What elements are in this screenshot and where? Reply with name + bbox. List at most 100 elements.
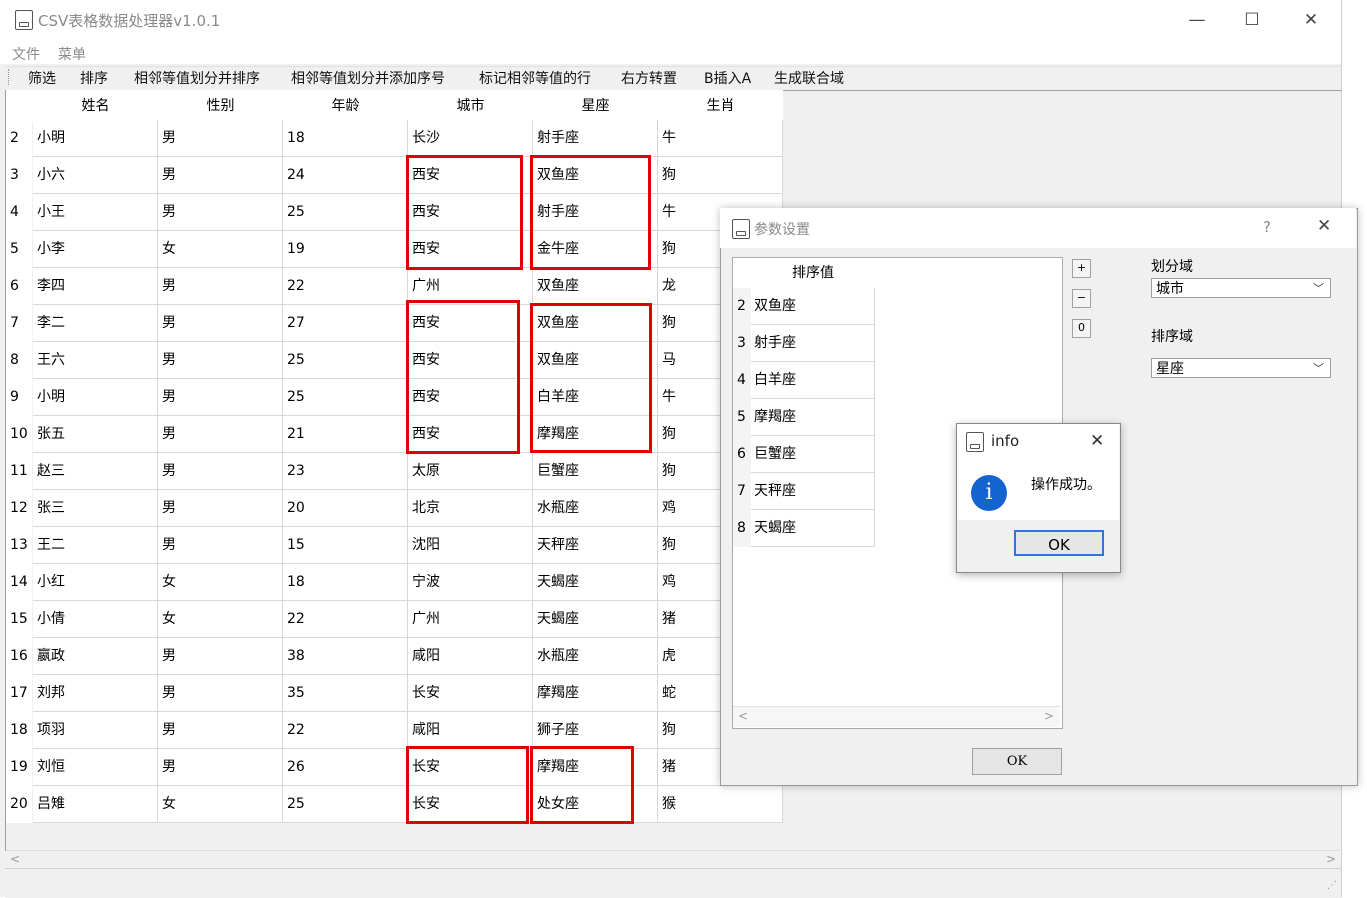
table-cell[interactable]: 男 (158, 416, 283, 453)
tool-partition-number[interactable]: 相邻等值划分并添加序号 (291, 68, 445, 88)
table-cell[interactable]: 19 (283, 231, 408, 268)
table-cell[interactable]: 吕雉 (33, 786, 158, 823)
table-cell[interactable]: 25 (283, 194, 408, 231)
sort-list-row-number[interactable]: 8 (733, 510, 751, 547)
table-cell[interactable]: 男 (158, 120, 283, 157)
table-cell[interactable]: 男 (158, 157, 283, 194)
table-cell[interactable]: 男 (158, 342, 283, 379)
table-cell[interactable]: 巨蟹座 (533, 453, 658, 490)
sort-list-item[interactable]: 天秤座 (751, 473, 875, 510)
row-number[interactable]: 16 (6, 638, 32, 675)
table-cell[interactable]: 刘邦 (33, 675, 158, 712)
table-cell[interactable]: 狗 (658, 157, 783, 194)
tool-insert-b-into-a[interactable]: B插入A (704, 68, 751, 88)
table-cell[interactable]: 王二 (33, 527, 158, 564)
menu-main[interactable]: 菜单 (58, 44, 86, 64)
sort-list-row-number[interactable]: 3 (733, 325, 751, 362)
column-header[interactable]: 姓名 (33, 90, 158, 122)
column-header[interactable]: 生肖 (658, 90, 783, 122)
table-cell[interactable]: 牛 (658, 120, 783, 157)
partition-field-select[interactable]: 城市 ﹀ (1151, 278, 1331, 298)
table-cell[interactable]: 小明 (33, 379, 158, 416)
sort-field-select[interactable]: 星座 ﹀ (1151, 358, 1331, 378)
table-cell[interactable]: 项羽 (33, 712, 158, 749)
table-cell[interactable]: 小王 (33, 194, 158, 231)
table-cell[interactable]: 小红 (33, 564, 158, 601)
table-cell[interactable]: 24 (283, 157, 408, 194)
reset-button[interactable]: 0 (1072, 319, 1091, 338)
tool-joint-domain[interactable]: 生成联合域 (774, 68, 844, 88)
table-cell[interactable]: 北京 (408, 490, 533, 527)
table-cell[interactable]: 沈阳 (408, 527, 533, 564)
table-cell[interactable]: 女 (158, 564, 283, 601)
sort-list-row-number[interactable]: 7 (733, 473, 751, 510)
table-cell[interactable]: 刘恒 (33, 749, 158, 786)
table-cell[interactable]: 水瓶座 (533, 490, 658, 527)
row-number[interactable]: 13 (6, 527, 32, 564)
param-ok-button[interactable]: OK (972, 748, 1062, 775)
scroll-right-icon[interactable]: > (1044, 709, 1054, 723)
table-cell[interactable]: 赵三 (33, 453, 158, 490)
sort-list-item[interactable]: 射手座 (751, 325, 875, 362)
table-cell[interactable]: 女 (158, 786, 283, 823)
table-cell[interactable]: 23 (283, 453, 408, 490)
table-cell[interactable]: 天蝎座 (533, 564, 658, 601)
table-cell[interactable]: 天秤座 (533, 527, 658, 564)
sort-list-row-number[interactable]: 5 (733, 399, 751, 436)
table-cell[interactable]: 18 (283, 564, 408, 601)
minimize-button[interactable]: — (1182, 8, 1212, 32)
scroll-left-icon[interactable]: < (738, 709, 748, 723)
table-cell[interactable]: 小倩 (33, 601, 158, 638)
table-cell[interactable]: 小六 (33, 157, 158, 194)
row-number[interactable]: 15 (6, 601, 32, 638)
table-cell[interactable]: 张五 (33, 416, 158, 453)
table-cell[interactable]: 猴 (658, 786, 783, 823)
table-cell[interactable]: 25 (283, 786, 408, 823)
add-button[interactable]: + (1072, 259, 1091, 278)
table-cell[interactable]: 李四 (33, 268, 158, 305)
tool-sort[interactable]: 排序 (80, 68, 108, 88)
table-cell[interactable]: 长安 (408, 675, 533, 712)
table-cell[interactable]: 22 (283, 268, 408, 305)
info-close-button[interactable]: ✕ (1090, 431, 1104, 451)
sort-list-hscrollbar[interactable]: < > (733, 706, 1060, 727)
table-cell[interactable]: 男 (158, 749, 283, 786)
row-number[interactable]: 8 (6, 342, 32, 379)
row-number[interactable]: 4 (6, 194, 32, 231)
table-cell[interactable]: 双鱼座 (533, 268, 658, 305)
row-number[interactable]: 10 (6, 416, 32, 453)
table-cell[interactable]: 男 (158, 194, 283, 231)
table-cell[interactable]: 27 (283, 305, 408, 342)
sort-list-item[interactable]: 双鱼座 (751, 288, 875, 325)
sort-list-row-number[interactable]: 2 (733, 288, 751, 325)
table-cell[interactable]: 女 (158, 601, 283, 638)
row-number[interactable]: 17 (6, 675, 32, 712)
info-ok-button[interactable]: OK (1014, 530, 1104, 556)
sort-list-item[interactable]: 白羊座 (751, 362, 875, 399)
table-cell[interactable]: 38 (283, 638, 408, 675)
table-cell[interactable]: 天蝎座 (533, 601, 658, 638)
param-close-button[interactable]: ✕ (1317, 216, 1331, 236)
table-cell[interactable]: 小明 (33, 120, 158, 157)
row-number[interactable]: 18 (6, 712, 32, 749)
row-number[interactable]: 9 (6, 379, 32, 416)
table-cell[interactable]: 25 (283, 342, 408, 379)
sort-list-row-number[interactable]: 6 (733, 436, 751, 473)
row-number[interactable]: 6 (6, 268, 32, 305)
table-cell[interactable]: 男 (158, 490, 283, 527)
table-cell[interactable]: 摩羯座 (533, 675, 658, 712)
table-cell[interactable]: 射手座 (533, 120, 658, 157)
scroll-right-icon[interactable]: > (1326, 852, 1336, 866)
table-cell[interactable]: 15 (283, 527, 408, 564)
table-cell[interactable]: 咸阳 (408, 638, 533, 675)
close-button[interactable]: ✕ (1296, 8, 1326, 32)
table-cell[interactable]: 张三 (33, 490, 158, 527)
row-number[interactable]: 2 (6, 120, 32, 157)
tool-transpose-right[interactable]: 右方转置 (621, 68, 677, 88)
table-cell[interactable]: 22 (283, 601, 408, 638)
table-cell[interactable]: 男 (158, 527, 283, 564)
table-cell[interactable]: 咸阳 (408, 712, 533, 749)
row-number[interactable]: 14 (6, 564, 32, 601)
sort-list-item[interactable]: 摩羯座 (751, 399, 875, 436)
sort-list-row-number[interactable]: 4 (733, 362, 751, 399)
